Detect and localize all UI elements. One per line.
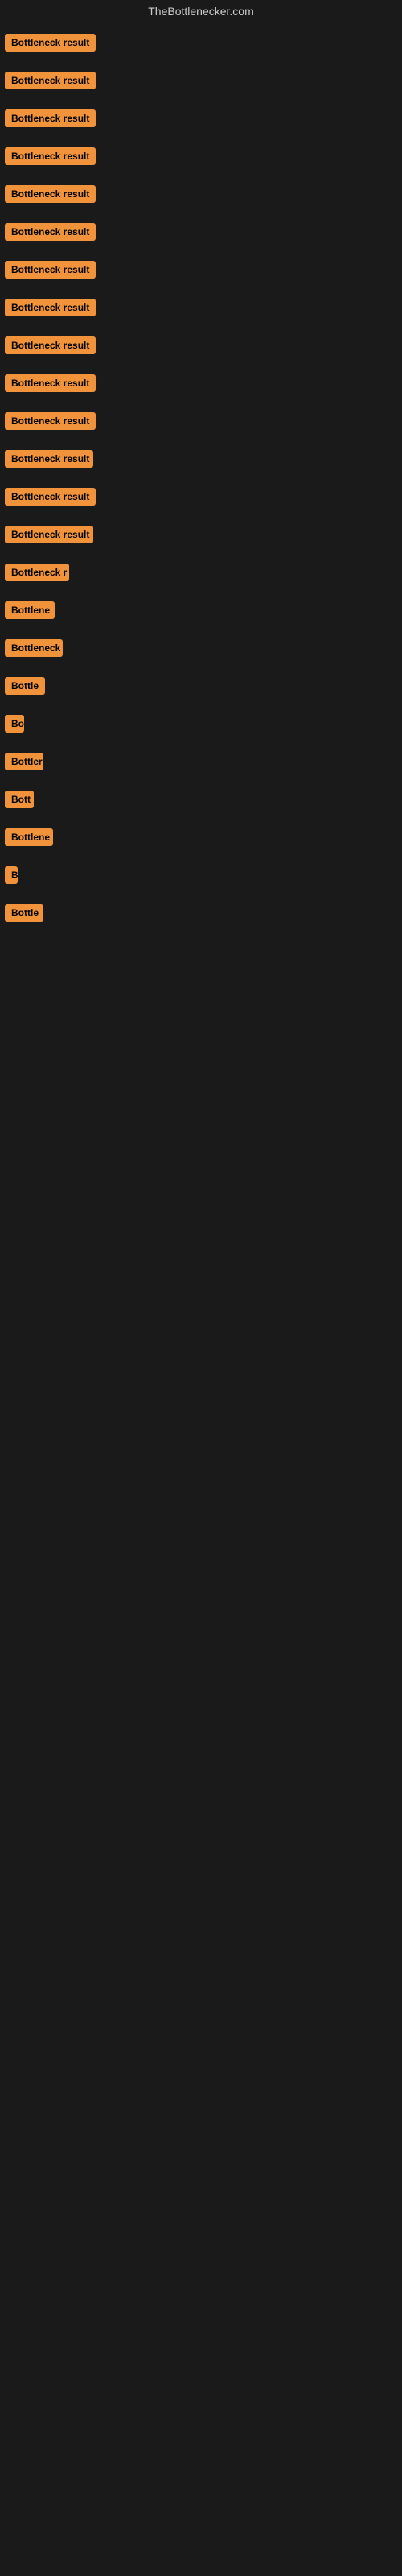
badge-row-6: Bottleneck result [2, 215, 402, 253]
bottleneck-badge-9[interactable]: Bottleneck result [5, 336, 96, 354]
badge-row-19: Bo [2, 707, 402, 745]
badge-row-5: Bottleneck result [2, 177, 402, 215]
bottleneck-badge-11[interactable]: Bottleneck result [5, 412, 96, 430]
bottleneck-badge-6[interactable]: Bottleneck result [5, 223, 96, 241]
badge-row-12: Bottleneck result [2, 442, 402, 480]
bottleneck-badge-7[interactable]: Bottleneck result [5, 261, 96, 279]
badge-row-14: Bottleneck result [2, 518, 402, 555]
bottleneck-badge-14[interactable]: Bottleneck result [5, 526, 93, 543]
bottleneck-badge-18[interactable]: Bottle [5, 677, 45, 695]
bottleneck-badge-16[interactable]: Bottlene [5, 601, 55, 619]
bottleneck-badge-24[interactable]: Bottle [5, 904, 43, 922]
badge-row-23: B [2, 858, 402, 896]
badge-row-8: Bottleneck result [2, 291, 402, 328]
bottleneck-badge-4[interactable]: Bottleneck result [5, 147, 96, 165]
badge-row-21: Bott [2, 782, 402, 820]
bottleneck-badge-10[interactable]: Bottleneck result [5, 374, 96, 392]
bottleneck-badge-13[interactable]: Bottleneck result [5, 488, 96, 506]
bottleneck-badge-1[interactable]: Bottleneck result [5, 34, 96, 52]
badge-row-18: Bottle [2, 669, 402, 707]
badge-row-1: Bottleneck result [2, 26, 402, 64]
badge-row-2: Bottleneck result [2, 64, 402, 101]
badge-row-22: Bottlene [2, 820, 402, 858]
bottleneck-badge-17[interactable]: Bottleneck [5, 639, 63, 657]
badge-row-10: Bottleneck result [2, 366, 402, 404]
badge-row-16: Bottlene [2, 593, 402, 631]
bottleneck-badge-5[interactable]: Bottleneck result [5, 185, 96, 203]
bottleneck-badge-20[interactable]: Bottler [5, 753, 43, 770]
badge-row-7: Bottleneck result [2, 253, 402, 291]
badge-row-13: Bottleneck result [2, 480, 402, 518]
badge-row-17: Bottleneck [2, 631, 402, 669]
bottleneck-badge-8[interactable]: Bottleneck result [5, 299, 96, 316]
bottleneck-badge-2[interactable]: Bottleneck result [5, 72, 96, 89]
site-title: TheBottlenecker.com [0, 0, 402, 26]
badge-row-9: Bottleneck result [2, 328, 402, 366]
badges-container: Bottleneck result Bottleneck result Bottle… [0, 26, 402, 934]
badge-row-20: Bottler [2, 745, 402, 782]
badge-row-3: Bottleneck result [2, 101, 402, 139]
bottleneck-badge-15[interactable]: Bottleneck r [5, 564, 69, 581]
bottleneck-badge-23[interactable]: B [5, 866, 18, 884]
bottleneck-badge-12[interactable]: Bottleneck result [5, 450, 93, 468]
bottleneck-badge-21[interactable]: Bott [5, 791, 34, 808]
bottleneck-badge-3[interactable]: Bottleneck result [5, 109, 96, 127]
badge-row-4: Bottleneck result [2, 139, 402, 177]
badge-row-11: Bottleneck result [2, 404, 402, 442]
badge-row-15: Bottleneck r [2, 555, 402, 593]
bottleneck-badge-19[interactable]: Bo [5, 715, 24, 733]
bottleneck-badge-22[interactable]: Bottlene [5, 828, 53, 846]
badge-row-24: Bottle [2, 896, 402, 934]
